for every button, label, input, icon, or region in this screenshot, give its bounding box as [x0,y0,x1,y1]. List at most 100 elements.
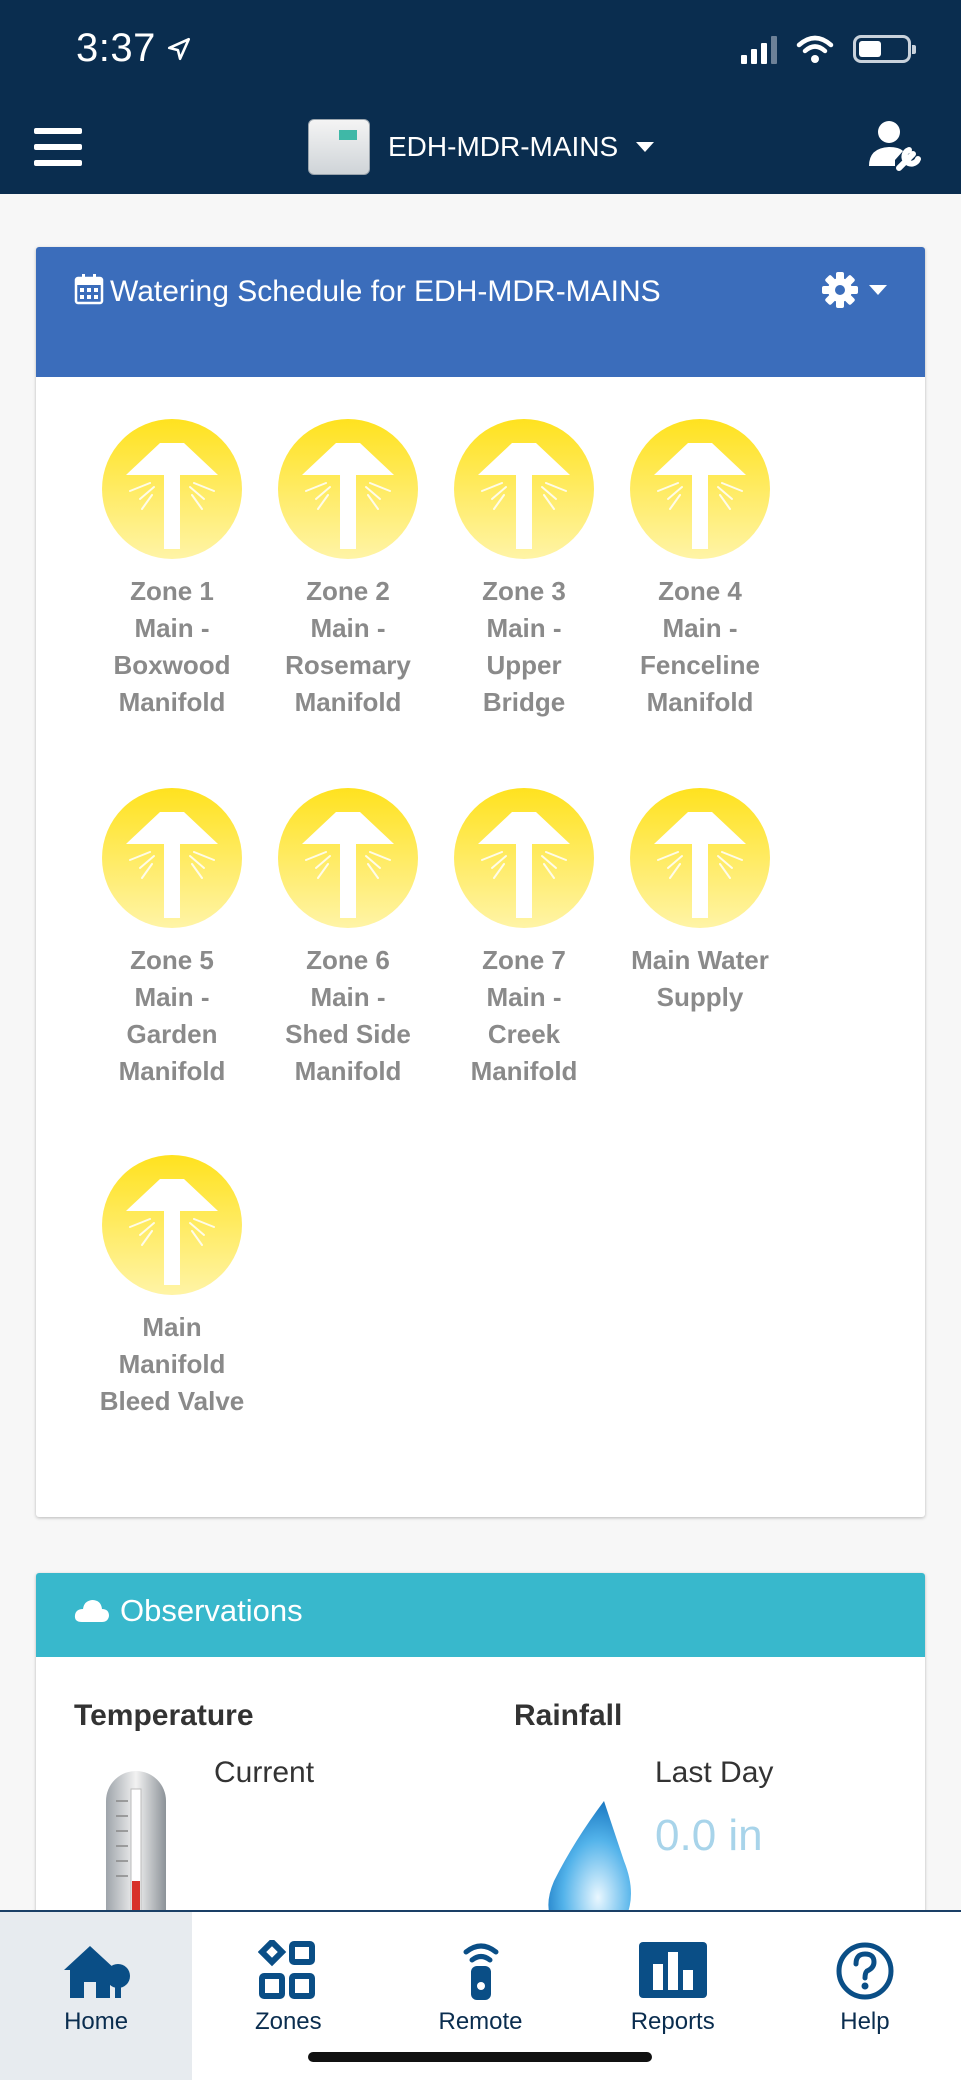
sprinkler-icon [278,788,418,928]
rainfall-last-day-label: Last Day [655,1756,774,1789]
bar-chart-icon [638,1942,707,1998]
user-settings-icon[interactable] [865,118,923,176]
zone-label-line: Main - [486,982,562,1012]
calendar-icon [74,274,104,305]
schedule-title-text: Watering Schedule for EDH-MDR-MAINS [110,275,661,308]
zone-label: Main Water Supply [612,942,788,1016]
temperature-current-label: Current [214,1756,315,1789]
zone-label-line: Main - [134,613,210,643]
status-indicators [741,34,916,64]
sprinkler-icon [102,1155,242,1295]
zone-label-line: Zone 3 [482,576,566,606]
zone-label-line: Upper [486,650,562,680]
tab-zones-label: Zones [254,2008,322,2035]
device-name: EDH-MDR-MAINS [388,131,619,162]
zone-label-line: Manifold [294,1056,402,1086]
zone-label-line: Main - [134,982,210,1012]
status-time: 3:37 [76,26,192,71]
zone-label-line: Zone 7 [482,945,566,975]
zone-label: Zone 7 Main - Creek Manifold [436,942,612,1090]
tab-home[interactable]: Home [0,1912,193,2080]
zone-label-line: Main Water [631,945,769,975]
zone-label-line: Manifold [470,1056,578,1086]
observations-title-text: Observations [120,1593,303,1628]
tab-reports-label: Reports [630,2008,715,2035]
device-selector[interactable]: EDH-MDR-MAINS [308,118,655,176]
zone-label: Zone 6 Main - Shed Side Manifold [260,942,436,1090]
watering-schedule-card: Watering Schedule for EDH-MDR-MAINS Zone… [36,247,925,1517]
zone-tile[interactable]: Main Manifold Bleed Valve [84,1155,260,1420]
chevron-down-icon [869,285,887,295]
zone-label-line: Manifold [118,1349,226,1379]
rainfall-value: 0.0 in [655,1811,763,1860]
schedule-card-header: Watering Schedule for EDH-MDR-MAINS [36,247,925,377]
battery-icon [853,35,916,63]
schedule-settings-button[interactable] [821,271,887,309]
zone-label-line: Garden [126,1019,218,1049]
zone-label-line: Manifold [646,687,754,717]
zone-label-line: Zone 6 [306,945,390,975]
schedule-title: Watering Schedule for EDH-MDR-MAINS [74,269,714,315]
zone-label-line: Fenceline [640,650,760,680]
home-icon [64,1946,131,1998]
zone-label-line: Zone 4 [658,576,742,606]
zones-icon [258,1940,316,1999]
zone-label-line: Shed Side [285,1019,411,1049]
zone-tile[interactable]: Zone 4 Main - Fenceline Manifold [612,419,788,721]
zone-label-line: Main - [310,982,386,1012]
zone-tile[interactable]: Zone 5 Main - Garden Manifold [84,788,260,1090]
zone-label-line: Creek [487,1019,561,1049]
zone-label-line: Main - [310,613,386,643]
tab-remote-label: Remote [438,2008,523,2035]
zone-label-line: Manifold [294,687,402,717]
location-arrow-icon [167,37,190,60]
zone-label-line: Zone 1 [130,576,214,606]
thermometer-icon [106,1771,166,1933]
zone-label: Zone 5 Main - Garden Manifold [84,942,260,1090]
zone-tile[interactable]: Zone 3 Main - Upper Bridge [436,419,612,721]
zone-label-line: Zone 2 [306,576,390,606]
zone-tile[interactable]: Zone 7 Main - Creek Manifold [436,788,612,1090]
zone-label-line: Supply [656,982,744,1012]
zone-label-line: Bleed Valve [99,1386,245,1416]
sprinkler-icon [102,419,242,559]
zone-tile[interactable]: Zone 1 Main - Boxwood Manifold [84,419,260,721]
rainfall-heading: Rainfall [514,1699,623,1732]
temperature-heading: Temperature [74,1699,254,1732]
tab-help[interactable]: Help [769,1912,961,2080]
gear-icon [822,272,858,308]
home-indicator [308,2052,652,2062]
observations-title: Observations [74,1593,303,1629]
tab-help-label: Help [840,2008,890,2035]
sprinkler-icon [454,419,594,559]
sprinkler-icon [630,419,770,559]
zone-label-line: Manifold [118,1056,226,1086]
controller-thumbnail [308,119,370,175]
cellular-signal-icon [741,34,777,64]
observations-header: Observations [36,1573,925,1657]
sprinkler-icon [630,788,770,928]
status-time-text: 3:37 [76,26,156,70]
wifi-icon [796,35,834,63]
zone-label: Zone 4 Main - Fenceline Manifold [612,573,788,721]
sprinkler-icon [454,788,594,928]
help-icon [836,1942,894,2000]
app-header: 3:37 EDH-MDR-MAINS [0,0,961,194]
zone-label-line: Main - [662,613,738,643]
zone-label-line: Bridge [482,687,566,717]
zone-label: Zone 2 Main - Rosemary Manifold [260,573,436,721]
zone-label-line: Main - [486,613,562,643]
zone-tile[interactable]: Zone 6 Main - Shed Side Manifold [260,788,436,1090]
sprinkler-icon [102,788,242,928]
zone-label-line: Boxwood [113,650,231,680]
zone-label: Zone 3 Main - Upper Bridge [436,573,612,721]
cloud-icon [74,1600,109,1622]
menu-icon[interactable] [34,128,82,166]
zone-label-line: Rosemary [285,650,411,680]
chevron-down-icon [636,142,655,152]
zone-label-line: Zone 5 [130,945,214,975]
zone-label: Main Manifold Bleed Valve [84,1309,260,1420]
observations-card: Observations Temperature Current Rainfal… [36,1573,925,1933]
zone-tile[interactable]: Zone 2 Main - Rosemary Manifold [260,419,436,721]
zone-tile[interactable]: Main Water Supply [612,788,788,1016]
